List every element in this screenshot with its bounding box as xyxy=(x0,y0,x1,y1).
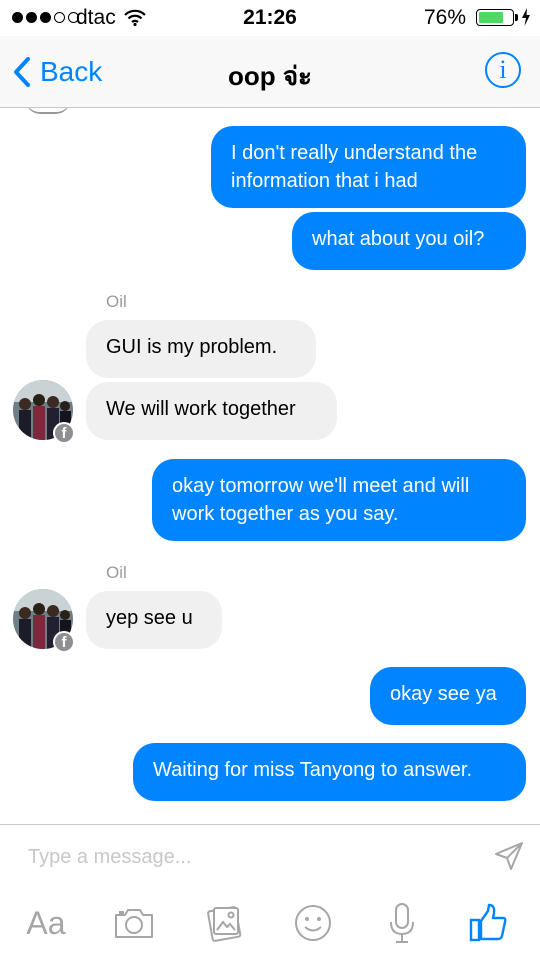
battery-percent: 76% xyxy=(424,6,467,29)
message-bubble-outgoing[interactable]: I don't really understand the informatio… xyxy=(211,126,526,208)
message-bubble-incoming[interactable]: GUI is my problem. xyxy=(86,320,316,378)
message-line: We will work together xyxy=(106,398,296,420)
message-line: I don't really understand the xyxy=(231,142,478,164)
message-line: okay tomorrow we'll meet and will xyxy=(172,475,470,497)
photo-gallery-icon[interactable] xyxy=(196,895,252,951)
facebook-badge-icon: f xyxy=(53,422,75,444)
like-thumb-icon[interactable] xyxy=(460,895,516,951)
emoji-icon[interactable] xyxy=(285,895,341,951)
message-composer: Aa xyxy=(0,824,540,960)
battery-icon xyxy=(476,9,514,26)
message-line: yep see u xyxy=(106,607,193,629)
send-icon[interactable] xyxy=(494,841,524,876)
microphone-icon[interactable] xyxy=(374,895,430,951)
message-bubble-outgoing[interactable]: okay see ya xyxy=(370,667,526,725)
conversation-title: oop จ่ะ xyxy=(227,61,313,91)
message-line: okay see ya xyxy=(390,683,497,705)
message-bubble-incoming[interactable]: yep see u xyxy=(86,591,222,649)
message-bubble-outgoing[interactable]: Waiting for miss Tanyong to answer. xyxy=(133,743,526,801)
message-list[interactable]: I don't really understand the informatio… xyxy=(0,108,540,824)
info-icon[interactable]: i xyxy=(485,52,521,88)
battery-tip xyxy=(515,14,518,21)
sender-name: Oil xyxy=(106,563,127,582)
message-input[interactable] xyxy=(28,841,468,873)
message-line: work together as you say. xyxy=(172,503,399,525)
sender-name: Oil xyxy=(106,292,127,311)
message-line: what about you oil? xyxy=(312,228,485,250)
camera-icon[interactable] xyxy=(106,895,162,951)
battery-level-fill xyxy=(479,12,504,23)
message-line: Waiting for miss Tanyong to answer. xyxy=(153,759,473,781)
message-line: GUI is my problem. xyxy=(106,336,278,358)
message-bubble-outgoing[interactable]: okay tomorrow we'll meet and will work t… xyxy=(152,459,526,541)
composer-toolbar: Aa xyxy=(0,895,540,951)
charging-icon xyxy=(521,8,531,31)
message-line: information that i had xyxy=(231,170,418,192)
partial-avatar xyxy=(26,108,70,114)
navigation-bar: Back oop จ่ะ i xyxy=(0,36,540,108)
message-bubble-outgoing[interactable]: what about you oil? xyxy=(292,212,526,270)
facebook-badge-icon: f xyxy=(53,631,75,653)
text-format-icon[interactable]: Aa xyxy=(18,895,74,951)
status-bar: dtac 21:26 76% xyxy=(0,0,540,36)
message-bubble-incoming[interactable]: We will work together xyxy=(86,382,337,440)
